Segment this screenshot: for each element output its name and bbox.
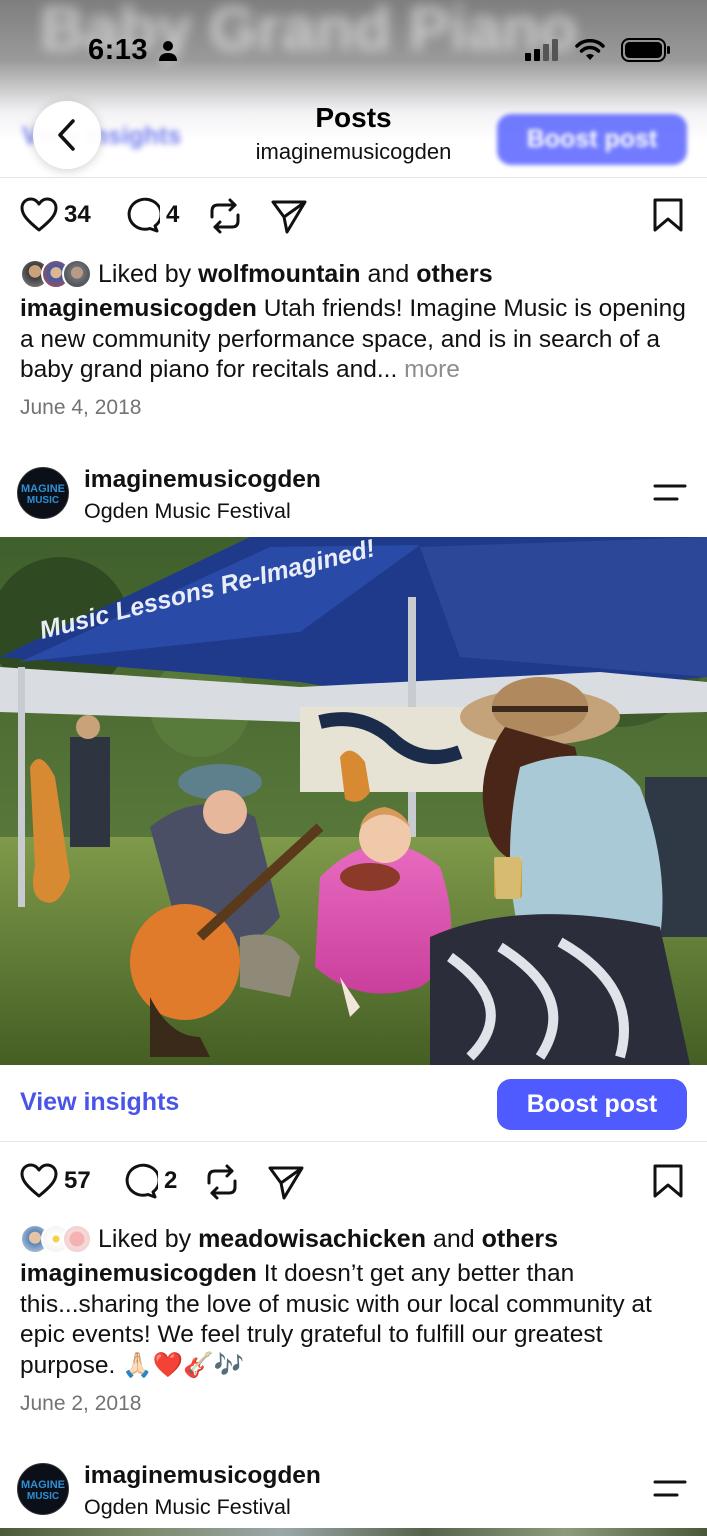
post-caption: imaginemusicogden It doesn’t get any bet… — [20, 1259, 690, 1381]
status-time: 6:13 — [88, 34, 149, 66]
post-actions: 34 4 — [0, 197, 707, 237]
festival-photo-illustration: Music Lessons Re-Imagined! — [0, 537, 707, 1065]
post-actions: 57 2 — [0, 1163, 707, 1203]
share-action[interactable] — [270, 197, 308, 235]
repost-action[interactable] — [208, 197, 242, 235]
bookmark-icon — [653, 198, 683, 232]
liked-by-row[interactable]: Liked by wolfmountain and others — [20, 258, 700, 290]
comment-action[interactable]: 2 — [120, 1163, 177, 1199]
avatar[interactable]: MAGINE MUSIC — [17, 1463, 69, 1515]
post-header: MAGINE MUSIC imaginemusicogden Ogden Mus… — [0, 464, 707, 524]
liked-by-user[interactable]: meadowisachicken — [198, 1225, 426, 1254]
caption-username[interactable]: imaginemusicogden — [20, 295, 257, 322]
repost-action[interactable] — [205, 1163, 239, 1201]
post-username[interactable]: imaginemusicogden — [84, 466, 321, 494]
send-icon — [268, 1166, 304, 1200]
liked-by-others[interactable]: others — [482, 1225, 558, 1254]
repost-icon — [207, 1164, 237, 1200]
page-subtitle: imaginemusicogden — [255, 139, 452, 164]
like-count: 34 — [64, 201, 91, 228]
liker-avatars — [20, 1224, 92, 1254]
avatar — [62, 1224, 92, 1254]
liked-by-and: and — [432, 1224, 475, 1253]
comment-icon — [127, 197, 160, 233]
page-title: Posts — [315, 102, 392, 133]
post-date: June 4, 2018 — [20, 396, 142, 419]
svg-text:MAGINE: MAGINE — [21, 1479, 65, 1491]
liked-by-row[interactable]: Liked by meadowisachicken and others — [20, 1223, 700, 1255]
post-photo[interactable]: Music Lessons Re-Imagined! — [0, 537, 707, 1065]
caption-username[interactable]: imaginemusicogden — [20, 1260, 257, 1287]
save-action[interactable] — [652, 197, 684, 233]
top-navigation-bar: Baby Grand Piano 6:13 View insights Boos… — [0, 0, 707, 178]
post-date: June 2, 2018 — [20, 1392, 142, 1415]
bookmark-icon — [653, 1164, 683, 1198]
liked-by-prefix: Liked by — [98, 259, 192, 288]
post-header: MAGINE MUSIC imaginemusicogden Ogden Mus… — [0, 1460, 707, 1520]
liked-by-others[interactable]: others — [416, 260, 492, 289]
like-count: 57 — [64, 1167, 91, 1194]
status-icons — [525, 38, 671, 62]
liked-by-prefix: Liked by — [98, 1224, 192, 1253]
svg-text:MUSIC: MUSIC — [27, 1491, 59, 1502]
post-menu-icon[interactable] — [653, 1479, 687, 1499]
svg-text:MUSIC: MUSIC — [27, 495, 59, 506]
heart-icon — [20, 1163, 58, 1198]
repost-icon — [210, 198, 240, 234]
comment-icon — [125, 1163, 158, 1199]
post-location[interactable]: Ogden Music Festival — [84, 1495, 291, 1520]
share-action[interactable] — [267, 1163, 305, 1201]
like-action[interactable]: 34 — [20, 197, 91, 233]
next-photo-edge — [0, 1528, 707, 1536]
battery-icon — [621, 38, 670, 62]
comment-count: 2 — [164, 1167, 178, 1194]
post-caption: imaginemusicogden Utah friends! Imagine … — [20, 294, 690, 386]
avatar[interactable]: MAGINE MUSIC — [17, 467, 69, 519]
heart-icon — [20, 197, 58, 232]
liker-avatars — [20, 259, 92, 289]
more-link[interactable]: more — [404, 356, 460, 383]
insights-row: View insights Boost post — [0, 1065, 707, 1142]
view-insights-link[interactable]: View insights — [20, 1088, 179, 1117]
boost-post-button[interactable]: Boost post — [497, 1079, 687, 1130]
post-location[interactable]: Ogden Music Festival — [84, 499, 291, 524]
post-menu-icon[interactable] — [653, 483, 687, 503]
liked-by-user[interactable]: wolfmountain — [198, 260, 360, 289]
post-username[interactable]: imaginemusicogden — [84, 1462, 321, 1490]
cellular-signal-icon — [525, 39, 558, 61]
save-action[interactable] — [652, 1163, 684, 1199]
send-icon — [271, 200, 307, 234]
comment-count: 4 — [166, 201, 180, 228]
focus-person-icon — [159, 41, 177, 61]
avatar — [62, 259, 92, 289]
like-action[interactable]: 57 — [20, 1163, 91, 1199]
liked-by-and: and — [367, 259, 410, 288]
wifi-icon — [575, 39, 605, 60]
imagine-music-logo-icon: MAGINE MUSIC — [21, 483, 65, 506]
imagine-music-logo-icon: MAGINE MUSIC — [21, 1479, 65, 1502]
svg-text:MAGINE: MAGINE — [21, 483, 65, 495]
comment-action[interactable]: 4 — [122, 197, 179, 233]
